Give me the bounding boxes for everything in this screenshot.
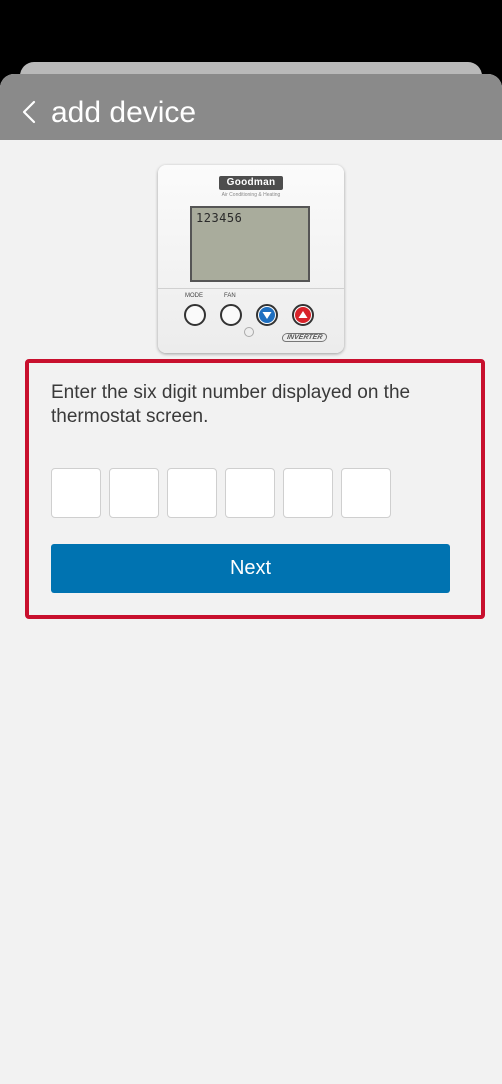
thermostat-body: Goodman Air Conditioning & Heating 12345… — [158, 165, 344, 353]
panel-divider — [158, 288, 344, 289]
thermostat-lcd: 123456 — [190, 206, 310, 282]
brand-subtitle: Air Conditioning & Heating — [221, 192, 281, 198]
down-arrow-icon — [256, 304, 278, 326]
digit-input-4[interactable] — [225, 468, 275, 518]
digit-input-5[interactable] — [283, 468, 333, 518]
fan-button-graphic — [220, 304, 242, 326]
thermostat-image: Goodman Air Conditioning & Heating 12345… — [158, 165, 344, 353]
up-arrow-icon — [292, 304, 314, 326]
page-title: add device — [51, 96, 197, 129]
add-device-sheet: add device Goodman Air Conditioning & He… — [0, 74, 502, 1084]
inverter-badge: INVERTER — [281, 333, 329, 342]
digit-input-1[interactable] — [51, 468, 101, 518]
digit-input-3[interactable] — [167, 468, 217, 518]
back-button[interactable] — [14, 94, 44, 130]
digit-input-6[interactable] — [341, 468, 391, 518]
lcd-code: 123456 — [196, 211, 243, 225]
next-button[interactable]: Next — [51, 544, 450, 593]
mode-label: MODE — [185, 293, 203, 299]
chevron-left-icon — [22, 100, 36, 124]
brand-logo: Goodman — [219, 176, 283, 190]
digit-input-2[interactable] — [109, 468, 159, 518]
mode-button-graphic — [184, 304, 206, 326]
fan-label: FAN — [224, 293, 236, 299]
indicator-led — [244, 327, 254, 337]
instructions-text: Enter the six digit number displayed on … — [51, 382, 411, 427]
header-bar: add device — [0, 74, 502, 140]
